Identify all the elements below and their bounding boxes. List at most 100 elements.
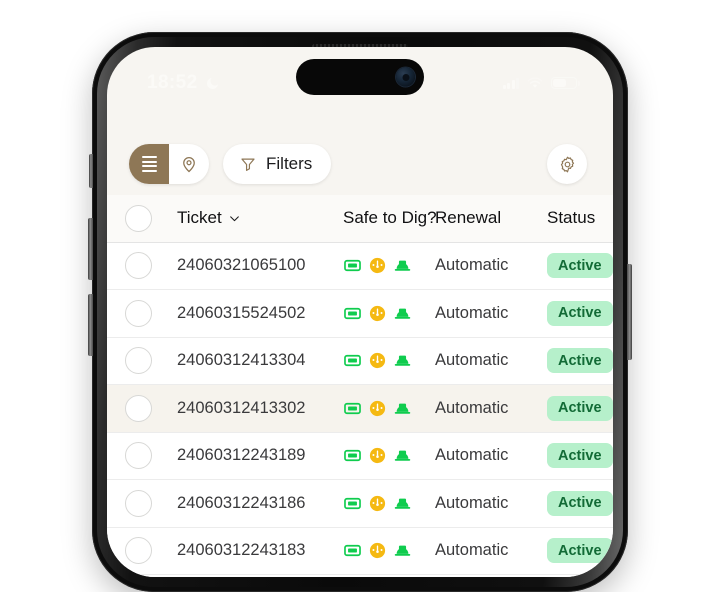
row-select-cell[interactable] (125, 489, 177, 517)
table-row[interactable]: 24060312243189 Automatic Active (107, 433, 613, 480)
row-select-cell[interactable] (125, 394, 177, 422)
cell-safe-to-dig-icons (343, 541, 435, 560)
column-header-safe-to-dig[interactable]: Safe to Dig? (343, 208, 437, 228)
cell-status: Active (547, 348, 613, 374)
cell-status: Active (547, 395, 613, 421)
cell-status: Active (547, 300, 613, 326)
gauge-icon (369, 495, 386, 511)
ticket-badge-icon (344, 450, 361, 462)
cell-safe-to-dig-icons (343, 351, 435, 370)
cell-safe-to-dig-icons (343, 304, 435, 323)
battery-fill-level (553, 79, 567, 87)
table-row[interactable]: 24060312413304 Automatic Active (107, 338, 613, 385)
cell-ticket-number: 24060315524502 (177, 303, 306, 322)
table-row[interactable]: 24060312243186 Automatic Active (107, 480, 613, 528)
status-badge: Active (547, 253, 613, 279)
row-select-cell[interactable] (125, 252, 177, 280)
cell-ticket-number: 24060312243186 (177, 493, 306, 512)
ticket-badge-icon (344, 545, 361, 557)
status-badge: Active (547, 490, 613, 516)
gauge-icon (369, 305, 386, 321)
table-header-row: Ticket Safe to Dig? Renewal Status (107, 195, 613, 243)
moon-icon (206, 77, 218, 89)
row-select-cell[interactable] (125, 347, 177, 375)
cell-safe-to-dig-icons (343, 399, 435, 418)
gear-icon (560, 156, 574, 172)
gauge-icon (369, 400, 386, 416)
status-clock: 18:52 (147, 72, 198, 93)
power-button[interactable] (627, 264, 632, 360)
select-all-cell[interactable] (125, 204, 177, 232)
chevron-down-icon (229, 216, 239, 221)
hard-hat-icon (394, 308, 411, 319)
status-badge: Active (547, 395, 613, 421)
settings-button[interactable] (547, 144, 587, 184)
map-pin-icon (183, 157, 195, 173)
row-select-cell[interactable] (125, 442, 177, 470)
status-badge: Active (547, 300, 613, 326)
row-checkbox[interactable] (125, 442, 152, 470)
gauge-icon (369, 448, 386, 464)
cell-status: Active (547, 253, 613, 279)
row-checkbox[interactable] (125, 489, 152, 517)
ticket-badge-icon (344, 497, 361, 509)
phone-frame: 18:52 Filters Ticket Safe to Dig? Renewa… (88, 32, 632, 592)
view-mode-toggle[interactable] (129, 144, 209, 184)
status-badge: Active (547, 538, 613, 564)
ticket-badge-icon (344, 402, 361, 414)
map-view-toggle-segment[interactable] (169, 144, 209, 184)
column-header-renewal[interactable]: Renewal (435, 208, 547, 228)
ticket-badge-icon (344, 307, 361, 319)
hard-hat-icon (394, 403, 411, 414)
gauge-icon (369, 258, 386, 274)
mute-switch-button[interactable] (89, 154, 93, 188)
cell-safe-to-dig-icons (343, 494, 435, 513)
filters-button[interactable]: Filters (223, 144, 332, 184)
table-row[interactable]: 24060312413302 Automatic Active (107, 385, 613, 433)
app-toolbar: Filters (107, 133, 613, 195)
cellular-signal-icon (502, 77, 519, 89)
gauge-icon (369, 353, 386, 369)
filters-button-label: Filters (266, 154, 313, 173)
table-row[interactable]: 24060312243183 Automatic Active (107, 528, 613, 575)
hard-hat-icon (394, 450, 411, 462)
dynamic-island[interactable] (296, 59, 424, 95)
row-checkbox[interactable] (125, 299, 152, 327)
column-header-status[interactable]: Status (547, 208, 613, 228)
row-select-cell[interactable] (125, 299, 177, 327)
row-checkbox[interactable] (125, 537, 152, 565)
ticket-table[interactable]: Ticket Safe to Dig? Renewal Status 24060… (107, 195, 613, 577)
hard-hat-icon (394, 498, 411, 509)
cell-ticket-number: 24060312413304 (177, 351, 306, 370)
cell-renewal: Automatic (435, 493, 509, 512)
column-header-ticket[interactable]: Ticket (177, 208, 343, 228)
status-badge: Active (547, 443, 613, 469)
cell-ticket-number: 24060321065100 (177, 256, 306, 275)
cell-renewal: Automatic (435, 446, 509, 465)
volume-up-button[interactable] (88, 218, 93, 280)
select-all-checkbox[interactable] (125, 204, 152, 232)
cell-ticket-number: 24060312243189 (177, 446, 306, 465)
cell-safe-to-dig-icons (343, 256, 435, 275)
row-select-cell[interactable] (125, 537, 177, 565)
cell-status: Active (547, 538, 613, 564)
table-row[interactable]: 24060321065100 Automatic Active (107, 243, 613, 290)
row-checkbox[interactable] (125, 252, 152, 280)
cell-renewal: Automatic (435, 256, 509, 275)
column-header-ticket-label: Ticket (177, 208, 222, 228)
cell-safe-to-dig-icons (343, 446, 435, 465)
list-view-toggle-segment[interactable] (129, 144, 169, 184)
cell-renewal: Automatic (435, 541, 509, 560)
gauge-icon (369, 543, 386, 559)
row-checkbox[interactable] (125, 394, 152, 422)
status-badge: Active (547, 348, 613, 374)
hard-hat-icon (394, 545, 411, 557)
ticket-badge-icon (344, 260, 361, 272)
cell-status: Active (547, 490, 613, 516)
row-checkbox[interactable] (125, 347, 152, 375)
table-row[interactable]: 24060315524502 Automatic Active (107, 290, 613, 338)
ticket-badge-icon (344, 355, 361, 367)
table-rows-container: 24060321065100 Automatic Active 24060315… (107, 243, 613, 575)
hard-hat-icon (394, 355, 411, 367)
volume-down-button[interactable] (88, 294, 93, 356)
